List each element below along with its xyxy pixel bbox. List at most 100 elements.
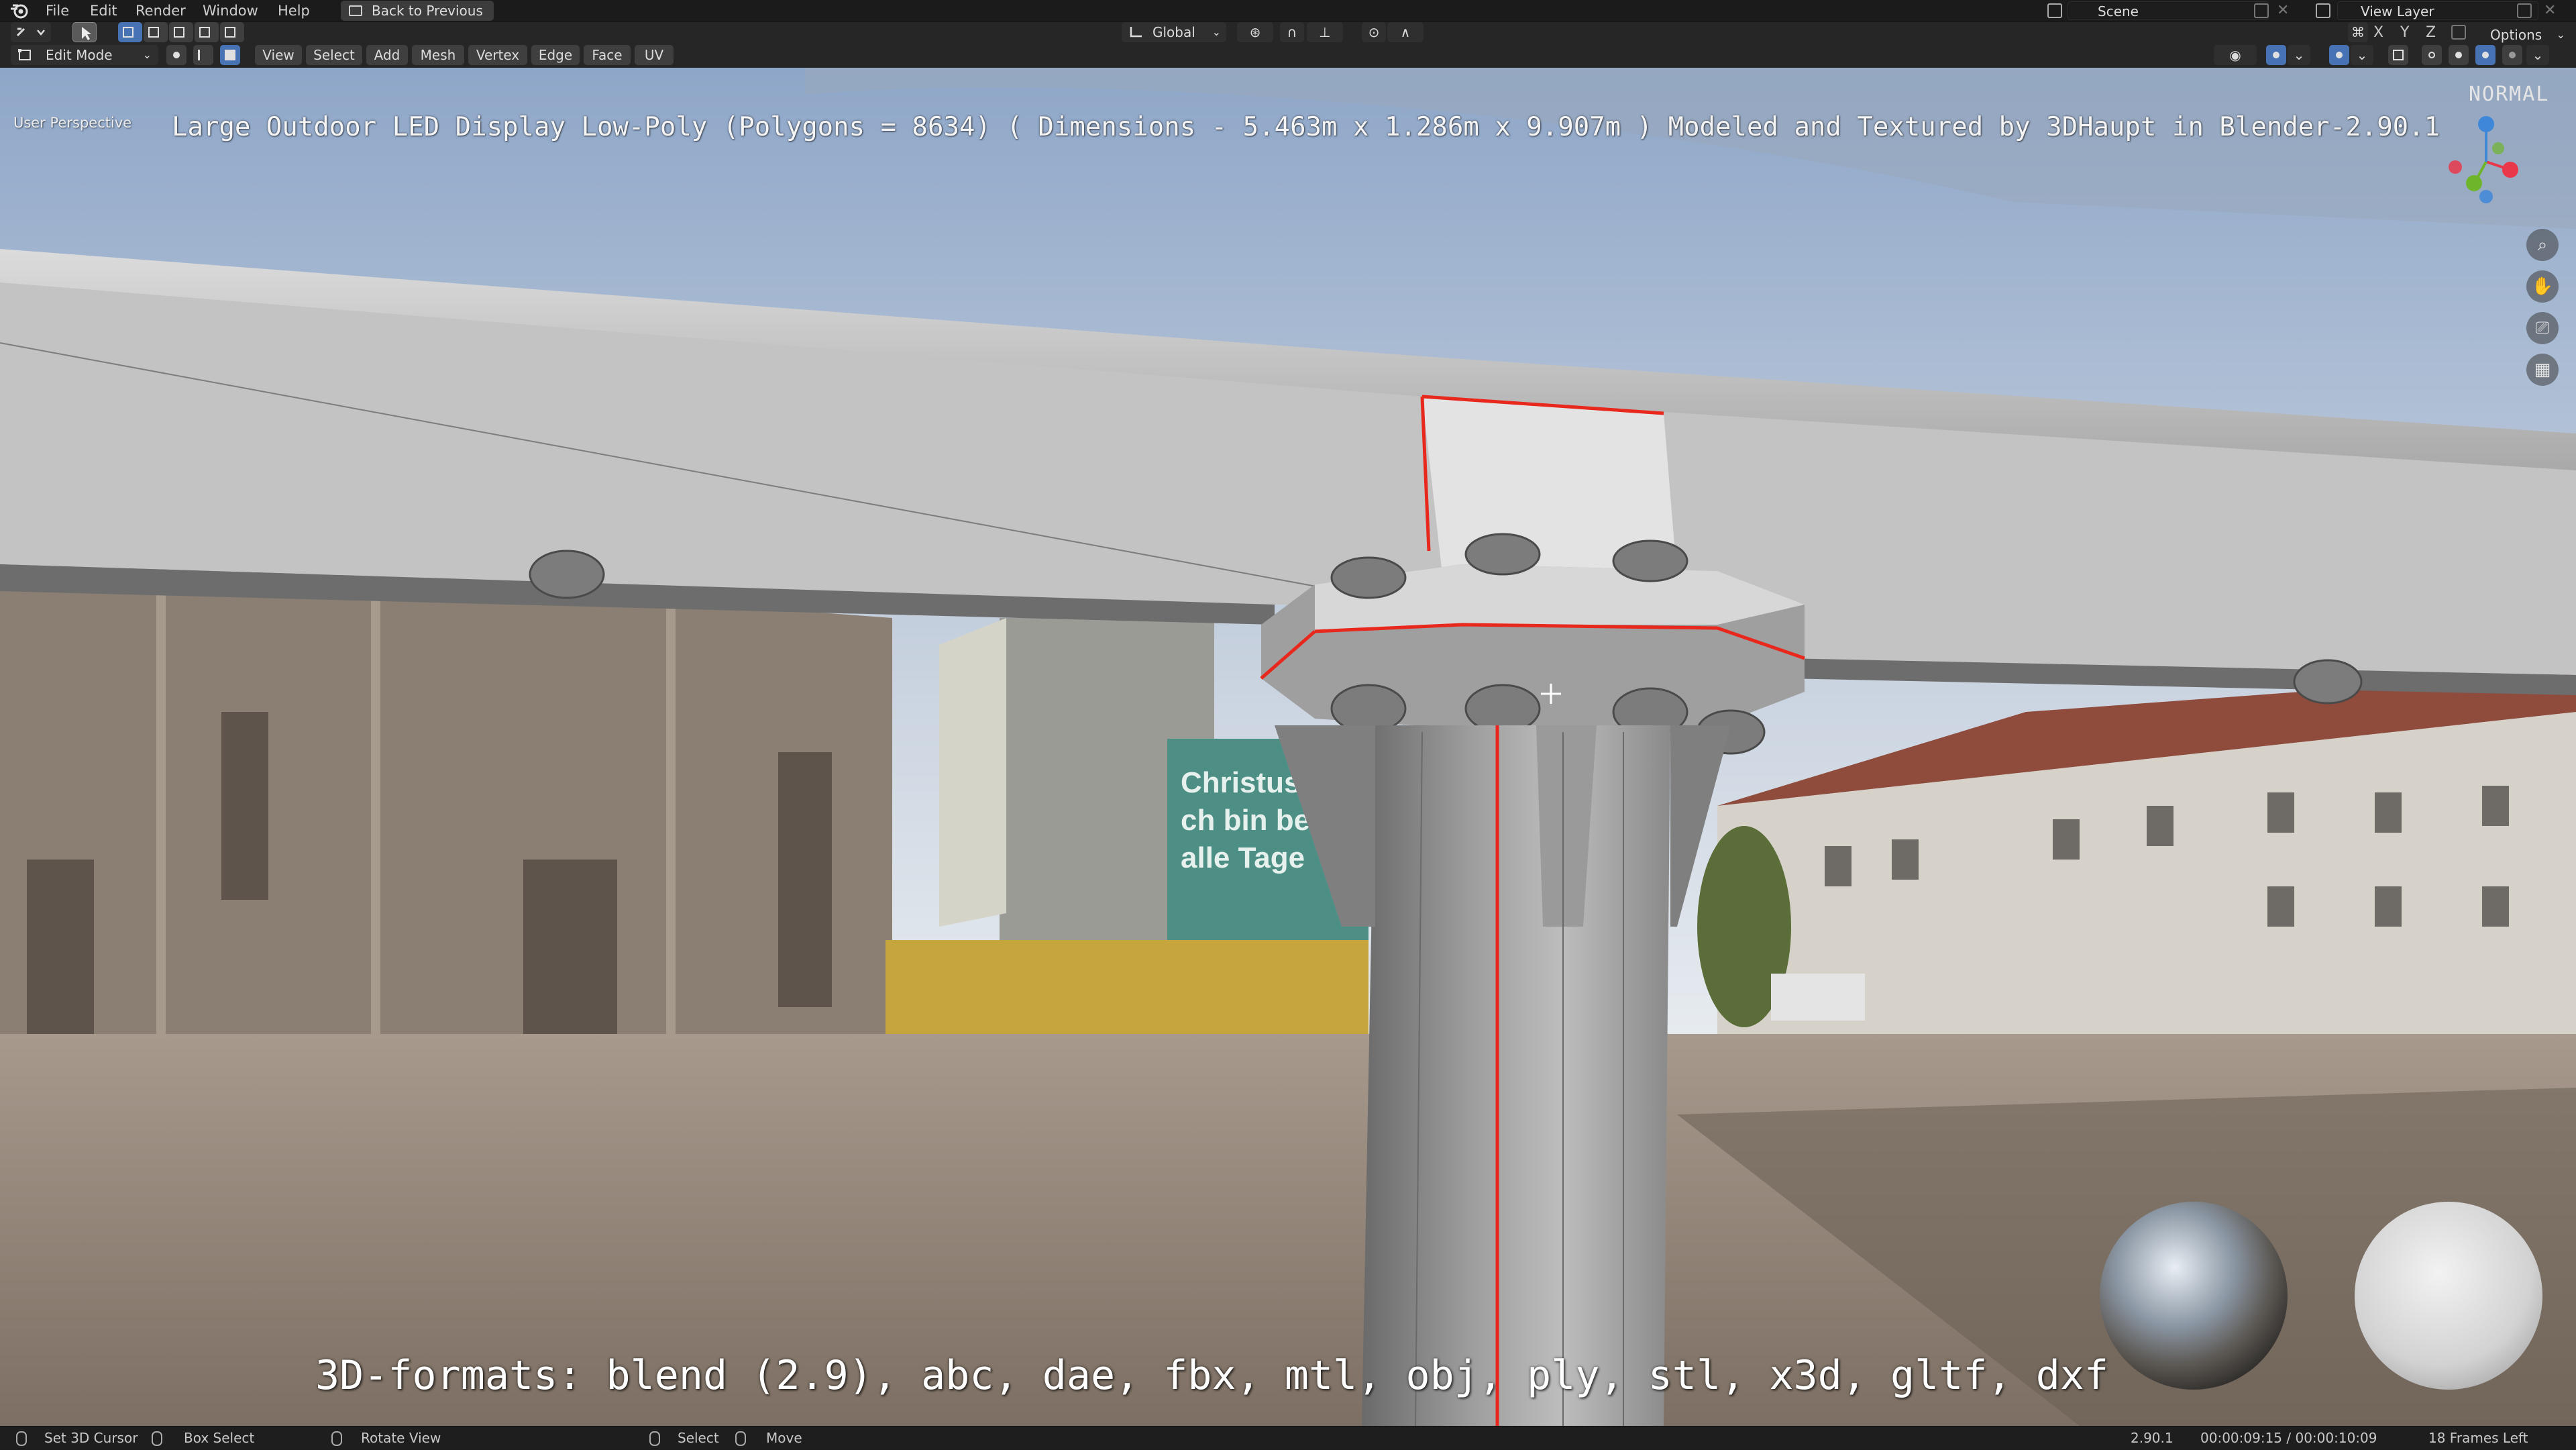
scene-browse-icon[interactable] <box>2047 3 2062 18</box>
select-tool-button[interactable] <box>72 22 97 42</box>
select-invert-mode[interactable] <box>195 22 219 42</box>
header-menu-uv[interactable]: UV <box>635 45 674 65</box>
gizmo-dropdown[interactable]: ⌄ <box>2288 45 2310 65</box>
gizmo-neg-x-ball[interactable] <box>2449 160 2462 174</box>
edit-mode-icon <box>18 49 31 60</box>
face-select-mode[interactable] <box>220 45 240 65</box>
mirror-options-icon[interactable]: ⌘ <box>2348 22 2368 42</box>
scene-selector[interactable]: Scene <box>2068 1 2269 20</box>
mouse-drag-icon <box>152 1431 162 1446</box>
transform-orientation-dropdown[interactable]: Global ⌄ <box>1122 22 1226 42</box>
snap-target-dropdown[interactable]: ⊥ <box>1307 22 1343 42</box>
select-intersect-icon <box>225 27 235 38</box>
camera-icon: ⎚ <box>2535 318 2550 338</box>
shading-dropdown[interactable]: ⌄ <box>2526 45 2549 65</box>
options-dropdown[interactable]: Options ⌄ <box>2482 25 2569 45</box>
pan-button[interactable]: ✋ <box>2526 270 2559 303</box>
status-frames-left: 18 Frames Left <box>2428 1430 2528 1446</box>
status-set-3d-cursor: Set 3D Cursor <box>44 1430 138 1446</box>
select-intersect-mode[interactable] <box>220 22 244 42</box>
header-menu-select[interactable]: Select <box>306 45 362 65</box>
select-extend-icon <box>148 27 159 38</box>
formats-overlay: 3D-formats: blend (2.9), abc, dae, fbx, … <box>315 1352 2109 1399</box>
gizmo-x-ball[interactable] <box>2502 162 2518 178</box>
overlays-dropdown[interactable]: ⌄ <box>2351 45 2373 65</box>
menu-file[interactable]: File <box>46 0 69 21</box>
blue-flag <box>939 618 1006 927</box>
overlays-icon <box>2336 52 2343 58</box>
solid-sphere-icon <box>2455 52 2462 58</box>
select-subtract-mode[interactable] <box>169 22 193 42</box>
material-preview-shading[interactable] <box>2475 45 2496 65</box>
falloff-dropdown[interactable]: ∧ <box>1387 22 1424 42</box>
vertex-select-icon <box>173 52 180 58</box>
new-scene-icon[interactable] <box>2254 3 2269 18</box>
editor-type-button[interactable] <box>11 22 51 42</box>
select-new-mode[interactable] <box>118 22 142 42</box>
gizmo-icon <box>2273 52 2279 58</box>
menu-render[interactable]: Render <box>136 0 186 21</box>
menu-edit[interactable]: Edit <box>90 0 117 21</box>
header-menu-face[interactable]: Face <box>584 45 631 65</box>
overlays-toggle[interactable] <box>2329 45 2349 65</box>
axis-y-toggle[interactable]: Y <box>2400 21 2409 44</box>
face-select-icon <box>225 50 235 60</box>
solid-shading[interactable] <box>2449 45 2469 65</box>
ortho-toggle-button[interactable]: ▦ <box>2526 354 2559 386</box>
menu-help[interactable]: Help <box>278 0 310 21</box>
snap-toggle[interactable]: ∩ <box>1280 22 1304 42</box>
axis-z-toggle[interactable]: Z <box>2426 21 2436 44</box>
xray-toggle[interactable] <box>2388 45 2408 65</box>
select-invert-icon <box>199 27 210 38</box>
rendered-shading[interactable] <box>2502 45 2522 65</box>
banner-line-2: ch bin bei <box>1181 804 1318 837</box>
select-subtract-icon <box>174 27 184 38</box>
mode-value: Edit Mode <box>46 47 113 63</box>
header-menu-edge[interactable]: Edge <box>531 45 580 65</box>
header-menu-view[interactable]: View <box>255 45 302 65</box>
navigation-gizmo[interactable] <box>2445 111 2525 205</box>
zoom-button[interactable]: ⌕ <box>2526 229 2559 261</box>
vertex-select-mode[interactable] <box>166 45 186 65</box>
viewport-render[interactable]: Christus ch bin bei alle Tage <box>0 68 2576 1426</box>
menu-window[interactable]: Window <box>203 0 258 21</box>
status-select: Select <box>678 1430 719 1446</box>
white-van <box>1771 974 1865 1021</box>
delete-scene-icon[interactable]: ✕ <box>2277 0 2289 22</box>
pivot-point-dropdown[interactable]: ⊛ <box>1237 22 1273 42</box>
wireframe-sphere-icon <box>2428 52 2435 58</box>
camera-view-button[interactable]: ⎚ <box>2526 312 2559 344</box>
header-menu-add[interactable]: Add <box>366 45 408 65</box>
visibility-dropdown[interactable]: ◉ <box>2214 45 2257 65</box>
view-layer-browse-icon[interactable] <box>2316 3 2330 18</box>
axis-x-toggle[interactable]: X <box>2373 21 2383 44</box>
zoom-icon: ⌕ <box>2537 235 2548 255</box>
mouse-left-icon <box>649 1431 660 1446</box>
gizmo-z-ball[interactable] <box>2478 116 2494 132</box>
wireframe-shading[interactable] <box>2422 45 2442 65</box>
proportional-edit-toggle[interactable]: ⊙ <box>1362 22 1386 42</box>
header-menu-mesh[interactable]: Mesh <box>412 45 464 65</box>
back-to-previous-label: Back to Previous <box>372 3 483 19</box>
chevron-down-icon: ⌄ <box>2356 47 2368 63</box>
delete-view-layer-icon[interactable]: ✕ <box>2544 0 2556 22</box>
edge-select-icon <box>198 50 209 60</box>
banner-line-1: Christus <box>1181 766 1300 799</box>
pivot-icon: ⊛ <box>1249 24 1261 40</box>
mesh-options-icon[interactable] <box>2451 25 2466 40</box>
new-view-layer-icon[interactable] <box>2517 3 2532 18</box>
show-gizmo-toggle[interactable] <box>2266 45 2286 65</box>
header-menu-vertex[interactable]: Vertex <box>468 45 527 65</box>
mode-dropdown[interactable]: Edit Mode ⌄ <box>11 45 158 65</box>
gizmo-neg-z-ball[interactable] <box>2479 190 2493 203</box>
back-to-previous-button[interactable]: Back to Previous <box>341 1 494 21</box>
blender-logo-icon[interactable] <box>9 2 30 19</box>
gizmo-y-ball[interactable] <box>2466 175 2482 191</box>
select-extend-mode[interactable] <box>144 22 168 42</box>
edge-select-mode[interactable] <box>193 45 213 65</box>
cursor-arrow-icon <box>82 27 91 40</box>
gizmo-neg-y-ball[interactable] <box>2492 142 2504 154</box>
view-layer-selector[interactable]: View Layer <box>2337 1 2538 20</box>
editor-type-icon <box>16 28 45 37</box>
3d-viewport[interactable]: Christus ch bin bei alle Tage User Persp… <box>0 68 2576 1426</box>
